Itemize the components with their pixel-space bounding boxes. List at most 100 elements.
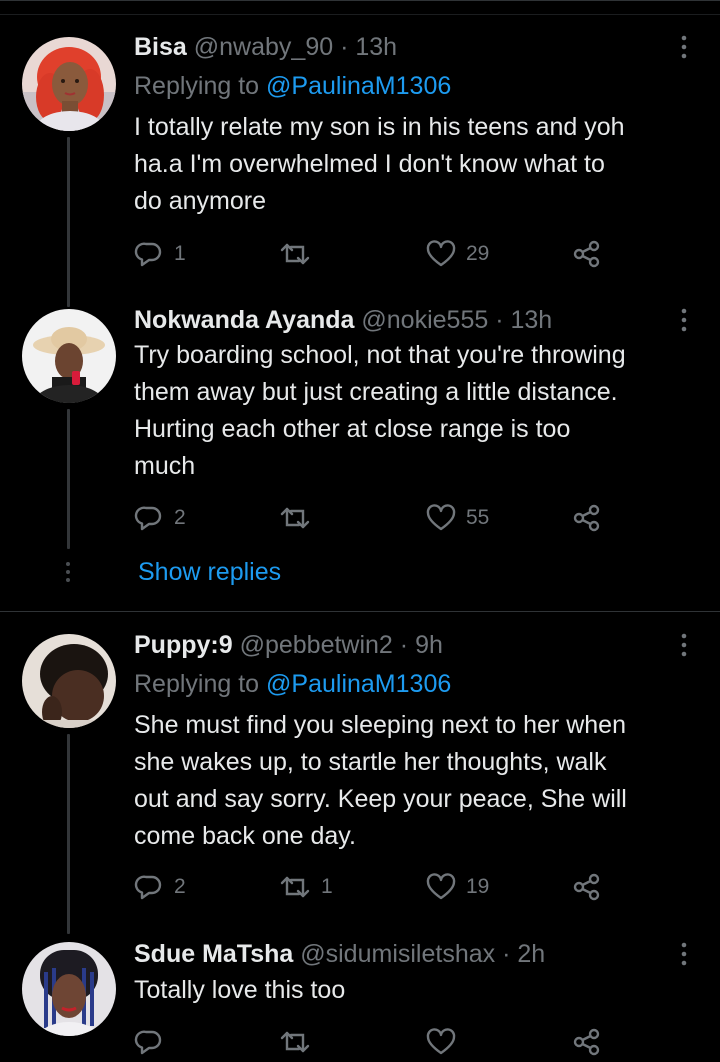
tweet-text-line: I totally relate my son is in his teens … <box>134 113 625 141</box>
reply-button[interactable]: 2 <box>134 498 186 538</box>
avatar-sdue[interactable] <box>22 942 116 1036</box>
share-icon <box>573 873 600 901</box>
retweet-button[interactable]: 1 <box>279 867 333 907</box>
more-icon[interactable] <box>676 939 692 969</box>
tweet-puppy[interactable]: Puppy:9 @pebbetwin2 · 9h Replying to @Pa… <box>0 612 720 934</box>
tweet-actions: 2 1 19 <box>134 867 614 907</box>
tweet-text-line: do anymore <box>134 187 267 215</box>
tweet-text: I totally relate my son is in his teens … <box>134 109 704 220</box>
user-handle[interactable]: @nokie555 <box>361 306 488 334</box>
tweet-actions: 2 55 <box>134 498 614 538</box>
tweet-text-line: ha.a I'm overwhelmed I don't know what t… <box>134 150 605 178</box>
heart-icon <box>426 1028 456 1055</box>
avatar-bisa-image <box>22 37 116 131</box>
share-button[interactable] <box>572 498 602 538</box>
reply-icon <box>134 1030 162 1055</box>
tweet-header: Puppy:9 @pebbetwin2 · 9h <box>134 630 443 660</box>
tweet-text: Totally love this too <box>134 972 704 1009</box>
like-count: 29 <box>466 242 490 265</box>
like-button[interactable]: 19 <box>426 867 489 907</box>
share-icon <box>573 240 600 268</box>
retweet-count: 1 <box>321 875 333 898</box>
display-name[interactable]: Bisa <box>134 33 187 61</box>
share-button[interactable] <box>572 234 602 274</box>
avatar-nokwanda-image <box>22 309 116 403</box>
timestamp[interactable]: 9h <box>415 631 443 659</box>
reply-icon <box>134 506 162 531</box>
timestamp[interactable]: 13h <box>510 306 552 334</box>
tweet-nokwanda[interactable]: Nokwanda Ayanda @nokie555 · 13h Try boar… <box>0 300 720 610</box>
separator-dot: · <box>340 33 349 61</box>
retweet-button[interactable] <box>279 234 321 274</box>
thread-connector <box>67 734 70 934</box>
display-name[interactable]: Puppy:9 <box>134 631 233 659</box>
tweet-text-line: Totally love this too <box>134 976 346 1004</box>
avatar-sdue-image <box>22 942 116 1036</box>
share-icon <box>573 1028 600 1056</box>
avatar-puppy-image <box>22 634 116 728</box>
user-handle[interactable]: @pebbetwin2 <box>240 631 393 659</box>
retweet-button[interactable] <box>279 1022 321 1062</box>
heart-icon <box>426 873 456 900</box>
replying-to: Replying to @PaulinaM1306 <box>134 669 451 699</box>
tweet-sdue[interactable]: Sdue MaTsha @sidumisiletshax · 2h Totall… <box>0 930 720 1060</box>
thread-connector <box>67 409 70 549</box>
tweet-text-line: Hurting each other at close range is too <box>134 415 571 443</box>
reply-icon <box>134 242 162 267</box>
tweet-header: Nokwanda Ayanda @nokie555 · 13h <box>134 305 552 335</box>
more-icon[interactable] <box>676 630 692 660</box>
retweet-icon <box>280 876 310 898</box>
share-icon <box>573 504 600 532</box>
tweet-bisa[interactable]: Bisa @nwaby_90 · 13h Replying to @Paulin… <box>0 0 720 307</box>
tweet-text-line: She must find you sleeping next to her w… <box>134 711 626 739</box>
tweet-text: She must find you sleeping next to her w… <box>134 707 704 855</box>
tweet-actions: 1 29 <box>134 234 614 274</box>
user-handle[interactable]: @nwaby_90 <box>194 33 333 61</box>
tweet-header: Sdue MaTsha @sidumisiletshax · 2h <box>134 939 545 969</box>
heart-icon <box>426 240 456 267</box>
retweet-icon <box>280 1031 310 1053</box>
tweet-text-line: out and say sorry. Keep your peace, She … <box>134 785 627 813</box>
timestamp[interactable]: 2h <box>517 940 545 968</box>
tweet-text-line: she wakes up, to startle her thoughts, w… <box>134 748 607 776</box>
reply-button[interactable] <box>134 1022 174 1062</box>
replying-prefix: Replying to <box>134 72 260 100</box>
more-icon[interactable] <box>676 32 692 62</box>
tweet-text-line: Try boarding school, not that you're thr… <box>134 341 626 369</box>
replying-prefix: Replying to <box>134 670 260 698</box>
replying-to: Replying to @PaulinaM1306 <box>134 71 451 101</box>
user-handle[interactable]: @sidumisiletshax <box>300 940 495 968</box>
avatar-puppy[interactable] <box>22 634 116 728</box>
tweet-header: Bisa @nwaby_90 · 13h <box>134 32 397 62</box>
replying-mention-link[interactable]: @PaulinaM1306 <box>266 72 451 100</box>
retweet-button[interactable] <box>279 498 321 538</box>
tweet-text-line: much <box>134 452 196 480</box>
retweet-icon <box>280 507 310 529</box>
avatar-nokwanda[interactable] <box>22 309 116 403</box>
thread-more-icon[interactable] <box>64 558 72 588</box>
like-button[interactable]: 29 <box>426 234 489 274</box>
tweet-text-line: come back one day. <box>134 822 356 850</box>
reply-count: 1 <box>174 242 186 265</box>
display-name[interactable]: Nokwanda Ayanda <box>134 306 354 334</box>
replying-mention-link[interactable]: @PaulinaM1306 <box>266 670 451 698</box>
show-replies-link[interactable]: Show replies <box>138 557 281 587</box>
heart-icon <box>426 504 456 531</box>
tweet-actions <box>134 1022 614 1062</box>
reply-count: 2 <box>174 506 186 529</box>
share-button[interactable] <box>572 1022 602 1062</box>
more-icon[interactable] <box>676 305 692 335</box>
share-button[interactable] <box>572 867 602 907</box>
like-button[interactable]: 55 <box>426 498 489 538</box>
like-count: 55 <box>466 506 490 529</box>
reply-button[interactable]: 1 <box>134 234 186 274</box>
display-name[interactable]: Sdue MaTsha <box>134 940 293 968</box>
like-button[interactable] <box>426 1022 466 1062</box>
reply-count: 2 <box>174 875 186 898</box>
avatar-bisa[interactable] <box>22 37 116 131</box>
reply-button[interactable]: 2 <box>134 867 186 907</box>
tweet-text-line: them away but just creating a little dis… <box>134 378 618 406</box>
thread-connector <box>67 137 70 307</box>
reply-icon <box>134 875 162 900</box>
timestamp[interactable]: 13h <box>355 33 397 61</box>
